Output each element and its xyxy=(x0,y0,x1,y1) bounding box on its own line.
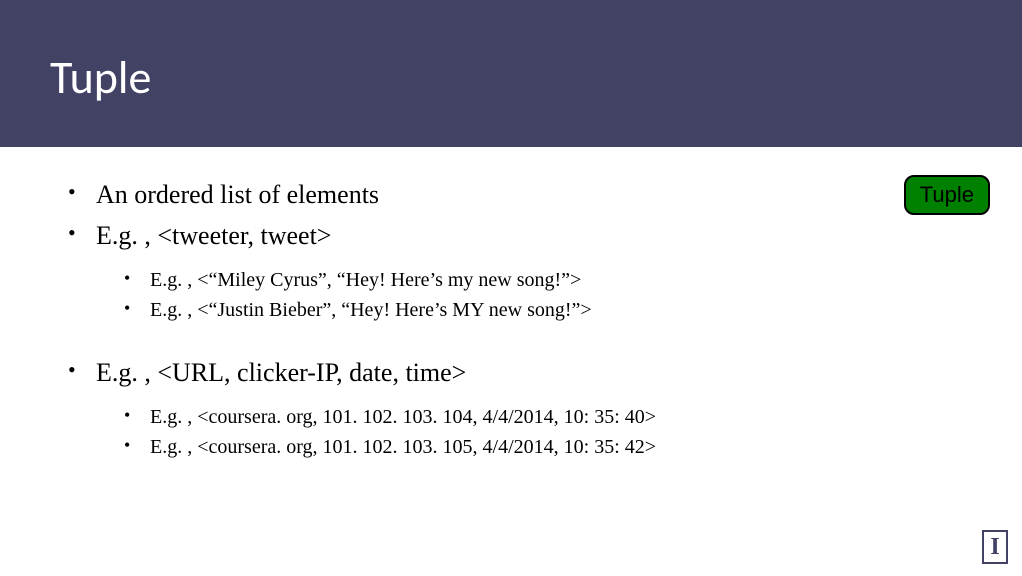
bullet-list: An ordered list of elements E.g. , <twee… xyxy=(50,177,690,462)
slide-title: Tuple xyxy=(50,50,1022,106)
bullet-text: E.g. , <URL, clicker-IP, date, time> xyxy=(96,358,466,387)
bullet-text: An ordered list of elements xyxy=(96,180,379,209)
sub-bullet-text: E.g. , <“Miley Cyrus”, “Hey! Here’s my n… xyxy=(150,269,581,291)
sub-bullet-list: E.g. , <coursera. org, 101. 102. 103. 10… xyxy=(96,402,690,462)
logo-letter: I xyxy=(990,535,999,559)
sub-bullet-item: E.g. , <coursera. org, 101. 102. 103. 10… xyxy=(124,402,690,432)
bullet-item: E.g. , <tweeter, tweet> E.g. , <“Miley C… xyxy=(68,218,690,325)
sub-bullet-list: E.g. , <“Miley Cyrus”, “Hey! Here’s my n… xyxy=(96,265,690,325)
slide-header: Tuple xyxy=(0,0,1022,147)
sub-bullet-item: E.g. , <“Miley Cyrus”, “Hey! Here’s my n… xyxy=(124,265,690,295)
bullet-item: An ordered list of elements xyxy=(68,177,690,212)
sub-bullet-item: E.g. , <coursera. org, 101. 102. 103. 10… xyxy=(124,432,690,462)
sub-bullet-item: E.g. , <“Justin Bieber”, “Hey! Here’s MY… xyxy=(124,295,690,325)
illinois-logo-icon: I xyxy=(982,530,1008,564)
bullet-text: E.g. , <tweeter, tweet> xyxy=(96,221,331,250)
bullet-item: E.g. , <URL, clicker-IP, date, time> E.g… xyxy=(68,355,690,462)
slide-content: Tuple An ordered list of elements E.g. ,… xyxy=(0,147,1022,462)
tuple-tag: Tuple xyxy=(904,175,990,215)
sub-bullet-text: E.g. , <“Justin Bieber”, “Hey! Here’s MY… xyxy=(150,299,592,321)
sub-bullet-text: E.g. , <coursera. org, 101. 102. 103. 10… xyxy=(150,436,656,458)
sub-bullet-text: E.g. , <coursera. org, 101. 102. 103. 10… xyxy=(150,406,656,428)
